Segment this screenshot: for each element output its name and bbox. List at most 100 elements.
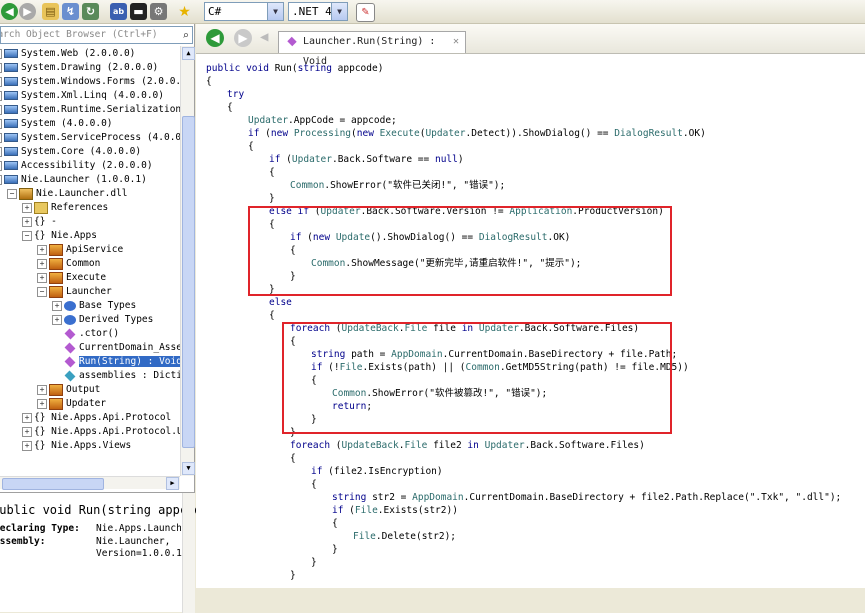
- tree-node[interactable]: + System.Windows.Forms (2.0.0.0): [0, 75, 180, 89]
- code-line: Updater.AppCode = appcode;: [248, 115, 397, 126]
- scroll-up-icon[interactable]: ▲: [182, 47, 195, 60]
- tree-node[interactable]: +{} -: [22, 215, 57, 229]
- back-icon[interactable]: ◀: [1, 3, 18, 20]
- scroll-down-icon[interactable]: ▼: [182, 462, 195, 475]
- tab-launcher-run[interactable]: Launcher.Run(String) : Void ✕: [278, 31, 466, 67]
- tree-node[interactable]: +{} Nie.Apps.Views: [22, 439, 131, 453]
- tree-node[interactable]: + System.Xml.Linq (4.0.0.0): [0, 89, 164, 103]
- collapse-icon[interactable]: −: [0, 174, 2, 185]
- open-folder-icon[interactable]: ▤: [42, 3, 59, 20]
- expand-icon[interactable]: +: [0, 76, 2, 87]
- expand-icon[interactable]: +: [37, 244, 47, 255]
- tree-node[interactable]: assemblies : Dictionary: [52, 369, 180, 383]
- tree-node[interactable]: +{} Nie.Apps.Api.Protocol: [22, 411, 171, 425]
- tree-node[interactable]: .ctor(): [52, 327, 119, 341]
- expand-icon[interactable]: +: [37, 272, 47, 283]
- tree-node[interactable]: − Launcher: [37, 285, 112, 299]
- tree-node-label: Nie.Launcher.dll: [36, 188, 128, 199]
- framework-select[interactable]: .NET 4.0 ▼: [288, 2, 348, 21]
- tree-node[interactable]: + References: [22, 201, 108, 215]
- tree-node[interactable]: + Base Types: [52, 299, 136, 313]
- tree-node[interactable]: + Updater: [37, 397, 106, 411]
- sync-icon[interactable]: ↯: [62, 3, 79, 20]
- tree-node[interactable]: + Accessibility (2.0.0.0): [0, 159, 153, 173]
- scroll-thumb[interactable]: [182, 116, 195, 448]
- tree-node[interactable]: Run(String) : Void: [52, 355, 180, 369]
- expand-icon[interactable]: +: [0, 146, 2, 157]
- tree-node[interactable]: + Derived Types: [52, 313, 153, 327]
- tree-node-label: Run(String) : Void: [79, 356, 180, 367]
- expand-icon[interactable]: +: [22, 216, 32, 227]
- tree-node[interactable]: + System.ServiceProcess (4.0.0.0): [0, 131, 180, 145]
- tree-node[interactable]: −{} Nie.Apps: [22, 229, 97, 243]
- tree-node[interactable]: + Output: [37, 383, 100, 397]
- settings-icon[interactable]: ⚙: [150, 3, 167, 20]
- expand-icon[interactable]: +: [37, 258, 47, 269]
- refresh-icon[interactable]: ↻: [82, 3, 99, 20]
- code-line: public void Run(string appcode): [206, 63, 384, 74]
- expand-icon[interactable]: +: [0, 160, 2, 171]
- vertical-scrollbar[interactable]: ▲ ▼: [180, 46, 195, 476]
- tree-node[interactable]: + System.Runtime.Serialization: [0, 103, 180, 117]
- forward-icon[interactable]: ▶: [19, 3, 36, 20]
- expand-icon[interactable]: +: [0, 118, 2, 129]
- expand-icon[interactable]: +: [0, 90, 2, 101]
- tree-node[interactable]: + Execute: [37, 271, 106, 285]
- code-viewer-pane: ◀ ▶ ◀ Launcher.Run(String) : Void ✕ publ…: [196, 24, 865, 588]
- class-icon: [49, 257, 63, 270]
- code-line: {: [269, 310, 275, 321]
- assembly-value-line2: Version=1.0.0.1: [96, 548, 182, 559]
- description-scrollbar[interactable]: [182, 493, 195, 613]
- collapse-icon[interactable]: −: [22, 230, 32, 241]
- tree-node[interactable]: CurrentDomain_AssemblyResolve: [52, 341, 180, 355]
- expand-icon[interactable]: +: [37, 398, 47, 409]
- chevron-down-icon[interactable]: ▼: [267, 3, 283, 20]
- hscroll-thumb[interactable]: [2, 478, 104, 490]
- tree-node-label: Derived Types: [79, 314, 154, 325]
- navigate-forward-icon[interactable]: ▶: [234, 29, 252, 47]
- search-input[interactable]: Search Object Browser (Ctrl+F) ⌕: [0, 26, 193, 44]
- expand-icon[interactable]: +: [22, 426, 32, 437]
- scroll-right-icon[interactable]: ▶: [166, 477, 179, 490]
- expand-icon[interactable]: +: [0, 62, 2, 73]
- expand-icon[interactable]: +: [0, 132, 2, 143]
- chevron-down-icon[interactable]: ▼: [331, 3, 347, 20]
- expand-icon[interactable]: +: [22, 412, 32, 423]
- search-icon[interactable]: ⌕: [182, 28, 189, 43]
- tree-node-label: {} Nie.Apps.Api.Protocol: [34, 412, 172, 423]
- code-line: if (Updater.Back.Software == null): [269, 154, 464, 165]
- tree-node-label: System (4.0.0.0): [21, 118, 113, 129]
- expand-icon[interactable]: +: [22, 440, 32, 451]
- tree-node[interactable]: − Nie.Launcher.dll: [7, 187, 128, 201]
- tree-node[interactable]: + System.Drawing (2.0.0.0): [0, 61, 158, 75]
- collapse-icon[interactable]: −: [37, 286, 47, 297]
- navigate-back-icon[interactable]: ◀: [206, 29, 224, 47]
- tree-node-label: {} -: [34, 216, 57, 227]
- expand-icon[interactable]: +: [22, 202, 32, 213]
- tree-node[interactable]: − Nie.Launcher (1.0.0.1): [0, 173, 147, 187]
- code-line: {: [206, 76, 212, 87]
- tree-node[interactable]: + Common: [37, 257, 100, 271]
- expand-icon[interactable]: +: [52, 300, 62, 311]
- view-terminal-icon[interactable]: ▬: [130, 3, 147, 20]
- tree-node-label: References: [51, 202, 109, 213]
- horizontal-scrollbar[interactable]: ▶: [0, 476, 180, 490]
- expand-icon[interactable]: +: [0, 104, 2, 115]
- expand-icon[interactable]: +: [37, 384, 47, 395]
- tree-node[interactable]: +{} Nie.Apps.Api.Protocol.U: [22, 425, 180, 439]
- tree-node-label: assemblies : Dictionary: [79, 370, 180, 381]
- expand-icon[interactable]: +: [0, 48, 2, 59]
- tree-node[interactable]: + System.Web (2.0.0.0): [0, 47, 135, 61]
- view-ab-icon[interactable]: ab: [110, 3, 127, 20]
- close-tab-icon[interactable]: ✕: [453, 32, 459, 52]
- favorites-star-icon[interactable]: ★: [176, 3, 193, 20]
- tree-node[interactable]: + System.Core (4.0.0.0): [0, 145, 141, 159]
- edit-icon[interactable]: ✎: [356, 3, 375, 22]
- expand-icon[interactable]: +: [52, 314, 62, 325]
- tree-node[interactable]: + ApiService: [37, 243, 123, 257]
- tree-node[interactable]: + System (4.0.0.0): [0, 117, 113, 131]
- language-select[interactable]: C# ▼: [204, 2, 284, 21]
- tree-node-label: System.Xml.Linq (4.0.0.0): [21, 90, 164, 101]
- tab-scroll-left-icon[interactable]: ◀: [260, 29, 268, 47]
- collapse-icon[interactable]: −: [7, 188, 17, 199]
